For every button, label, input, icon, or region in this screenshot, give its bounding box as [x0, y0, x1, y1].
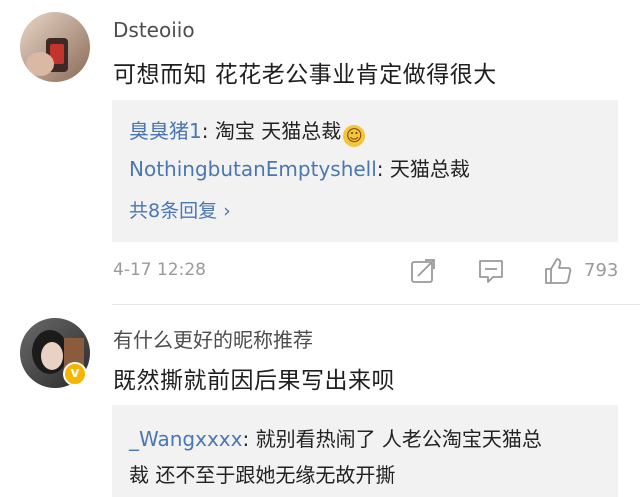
comment-username[interactable]: 有什么更好的昵称推荐: [113, 324, 313, 353]
comment-meta: 4-17 12:28 793: [0, 252, 640, 292]
reply-text: 天猫总裁: [389, 157, 470, 181]
reply-separator: :: [376, 157, 390, 181]
comment-item: v 有什么更好的昵称推荐 既然撕就前因后果写出来呗 _Wangxxxx: 就别看…: [0, 306, 640, 497]
reply-box[interactable]: _Wangxxxx: 就别看热闹了 人老公淘宝天猫总 裁 还不至于跟她无缘无故开…: [112, 405, 618, 497]
more-replies-link[interactable]: 共8条回复 ›: [129, 196, 231, 223]
reply-box[interactable]: 臭臭猪1: 淘宝 天猫总裁 ☺ NothingbutanEmptyshell: 天…: [112, 100, 618, 242]
reply-separator: :: [242, 427, 256, 451]
reply-item: NothingbutanEmptyshell: 天猫总裁: [129, 153, 470, 182]
divider: [112, 304, 640, 305]
reply-item: _Wangxxxx: 就别看热闹了 人老公淘宝天猫总: [129, 423, 542, 452]
share-icon[interactable]: [410, 258, 436, 284]
comment-username[interactable]: Dsteoiio: [113, 18, 195, 42]
reply-username[interactable]: _Wangxxxx: [129, 427, 242, 451]
comment-item: Dsteoiio 可想而知 花花老公事业肯定做得很大 臭臭猪1: 淘宝 天猫总裁…: [0, 0, 640, 300]
reply-item: 臭臭猪1: 淘宝 天猫总裁 ☺: [129, 115, 366, 147]
reply-text: 就别看热闹了 人老公淘宝天猫总: [255, 427, 542, 451]
verified-badge: v: [63, 362, 87, 386]
reply-separator: :: [201, 119, 215, 143]
like-icon[interactable]: [543, 256, 573, 286]
comment-text: 既然撕就前因后果写出来呗: [113, 368, 395, 394]
like-count: 793: [584, 260, 619, 281]
avatar[interactable]: [20, 12, 90, 82]
comment-text: 可想而知 花花老公事业肯定做得很大: [113, 62, 497, 88]
verified-badge-label: v: [70, 365, 80, 381]
reply-username[interactable]: NothingbutanEmptyshell: [129, 157, 377, 181]
timestamp: 4-17 12:28: [113, 260, 206, 280]
reply-text: 淘宝 天猫总裁: [214, 119, 342, 143]
reply-text-continued: 裁 还不至于跟她无缘无故开撕: [129, 463, 396, 487]
comment-icon[interactable]: [477, 258, 505, 284]
reply-username[interactable]: 臭臭猪1: [129, 119, 202, 143]
smile-emoji-icon: ☺: [343, 125, 366, 147]
